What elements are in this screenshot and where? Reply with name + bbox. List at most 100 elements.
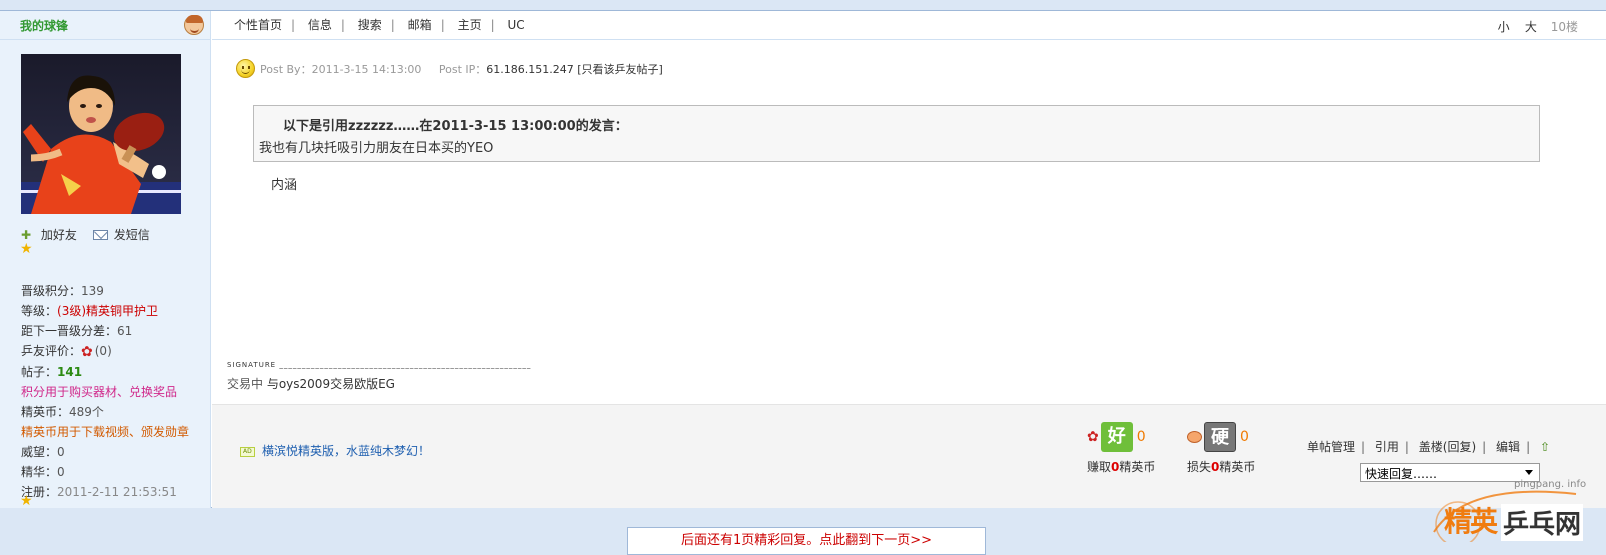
flower-icon[interactable]: ✿ xyxy=(81,342,93,362)
watermark-site: pingpang. info xyxy=(1514,479,1587,490)
stat-coins: 精英币：489个 xyxy=(21,402,189,422)
mail-icon xyxy=(92,230,108,240)
good-label: 赚取0精英币 xyxy=(1087,458,1155,475)
nav-divider: | xyxy=(440,18,445,32)
add-friend-button[interactable]: ✚ 加好友 xyxy=(21,228,83,242)
ad-link[interactable]: 横滨悦精英版，水蓝纯木梦幻！ xyxy=(262,442,430,459)
stat-value[interactable]: (3级)精英铜甲护卫 xyxy=(57,304,158,318)
quote-body: 我也有几块托吸引力朋友在日本买的YEO xyxy=(259,141,494,156)
sidebar-divider xyxy=(0,39,211,40)
coins-link[interactable]: 精英币用于下载视频、颁发勋章 xyxy=(21,425,189,439)
post-container: 我的球锋 ✚ 加好友 发短信 ★ 晋级积分：139 等级：(3级)精英铜甲护卫 … xyxy=(0,10,1606,508)
stat-value: 0 xyxy=(57,464,65,479)
quote-box: 以下是引用zzzzzz……在2011-3-15 13:00:00的发言： 我也有… xyxy=(253,105,1540,162)
post-top-nav: 个性首页 | 信息 | 搜索 | 邮箱 | 主页 | UC xyxy=(225,16,534,33)
ops-divider: | xyxy=(1482,440,1487,454)
bad-count: 0 xyxy=(1240,429,1249,445)
send-message-label: 发短信 xyxy=(113,228,150,242)
hard-button[interactable]: 硬 xyxy=(1204,422,1236,452)
avatar[interactable] xyxy=(21,54,181,214)
stat-registered: 注册：2011-2-11 21:53:51 xyxy=(21,482,189,502)
nav-divider: | xyxy=(490,18,495,32)
rank-star-icon: ★ xyxy=(20,241,33,257)
bottom-star-icon: ★ xyxy=(20,493,33,509)
nav-homepage[interactable]: 主页 xyxy=(458,18,482,32)
stat-coins-note: 精英币用于下载视频、颁发勋章 xyxy=(21,422,189,442)
manage-post-link[interactable]: 单帖管理 xyxy=(1307,440,1355,454)
signature-prefix: 交易中 xyxy=(227,377,264,391)
nav-uc[interactable]: UC xyxy=(507,18,524,32)
reward-bad: 硬0 损失0精英币 xyxy=(1187,422,1255,475)
stat-value: 2011-2-11 21:53:51 xyxy=(57,484,177,499)
nav-divider: | xyxy=(340,18,345,32)
post-operations: 单帖管理 | 引用 | 盖楼(回复) | 编辑 | ⇧ xyxy=(1307,438,1550,455)
font-size-controls: 小 大 10楼 xyxy=(1498,18,1578,35)
rose-icon: ✿ xyxy=(1087,429,1099,445)
stat-posts: 帖子：141 xyxy=(21,362,189,382)
pig-icon xyxy=(1187,431,1202,443)
watermark-brand-a: 精英 xyxy=(1444,505,1498,538)
posted-by-label: Post By： xyxy=(260,63,312,76)
quote-header: 以下是引用zzzzzz……在2011-3-15 13:00:00的发言： xyxy=(283,119,628,134)
stat-prestige: 威望：0 xyxy=(21,442,189,462)
nav-info[interactable]: 信息 xyxy=(308,18,332,32)
stat-label: 等级： xyxy=(21,304,58,318)
nav-divider: | xyxy=(390,18,395,32)
username[interactable]: 我的球锋 xyxy=(20,17,68,34)
reward-good: ✿ 好 0 赚取0精英币 xyxy=(1087,422,1155,475)
stat-rating: 乒友评价：✿ (0) xyxy=(21,341,189,362)
ops-divider: | xyxy=(1361,440,1366,454)
stat-label: 帖子： xyxy=(21,364,58,379)
bad-label-pre: 损失 xyxy=(1187,460,1212,474)
stat-label: 乒友评价： xyxy=(21,344,82,358)
stat-label: 晋级积分： xyxy=(21,284,82,298)
signature-divider: SIGNATURE ______________________________… xyxy=(227,361,532,369)
user-actions: ✚ 加好友 发短信 xyxy=(21,226,162,243)
good-label-pre: 赚取 xyxy=(1087,460,1112,474)
floor-number: 10楼 xyxy=(1550,20,1578,34)
points-link[interactable]: 积分用于购买器材、兑换奖品 xyxy=(21,385,177,399)
stat-digest: 精华：0 xyxy=(21,462,189,482)
only-this-user-link[interactable]: [只看该乒友帖子] xyxy=(577,63,663,76)
smiley-icon xyxy=(236,59,255,78)
stat-points-note: 积分用于购买器材、兑换奖品 xyxy=(21,382,189,402)
arrow-up-icon[interactable]: ⇧ xyxy=(1540,440,1550,454)
nav-personal-home[interactable]: 个性首页 xyxy=(234,18,282,32)
send-message-button[interactable]: 发短信 xyxy=(92,228,156,242)
signature-link[interactable]: 与oys2009交易欧版EG xyxy=(267,377,395,391)
stat-next-level: 距下一晋级分差：61 xyxy=(21,321,189,341)
stat-value: 0 xyxy=(57,444,65,459)
ad-badge: AD xyxy=(240,447,255,457)
user-face-icon xyxy=(184,15,204,35)
post-ip: 61.186.151.247 xyxy=(486,63,574,76)
reply-link[interactable]: 盖楼(回复) xyxy=(1419,440,1476,454)
stat-rank: 等级：(3级)精英铜甲护卫 xyxy=(21,301,189,321)
good-button[interactable]: 好 xyxy=(1100,422,1133,452)
nav-search[interactable]: 搜索 xyxy=(358,18,382,32)
post-ip-label: Post IP： xyxy=(438,63,487,76)
good-label-post: 精英币 xyxy=(1119,460,1156,474)
header-divider xyxy=(212,39,1606,40)
font-small-button[interactable]: 小 xyxy=(1498,20,1510,34)
post-footer: AD 横滨悦精英版，水蓝纯木梦幻！ ✿ 好 0 赚取0精英币 硬0 损失0精英币 单… xyxy=(212,404,1606,508)
nav-mailbox[interactable]: 邮箱 xyxy=(408,18,432,32)
stat-value: 139 xyxy=(81,284,104,298)
stat-label: 精英币： xyxy=(21,404,70,419)
watermark-brand-b: 乒乓网 xyxy=(1501,504,1584,541)
plus-icon: ✚ xyxy=(21,228,32,242)
bad-label: 损失0精英币 xyxy=(1187,458,1255,475)
add-friend-label: 加好友 xyxy=(40,228,77,242)
signature: 交易中 与oys2009交易欧版EG xyxy=(227,375,395,392)
post-meta: Post By：2011-3-15 14:13:00 Post IP：61.18… xyxy=(260,61,663,77)
bad-label-post: 精英币 xyxy=(1219,460,1256,474)
font-large-button[interactable]: 大 xyxy=(1525,20,1537,34)
stat-value: 61 xyxy=(117,324,133,338)
edit-link[interactable]: 编辑 xyxy=(1496,440,1520,454)
stat-level-score: 晋级积分：139 xyxy=(21,281,189,301)
bottom-bar: 后面还有1页精彩回复。点此翻到下一页>> xyxy=(0,509,1606,555)
user-stats: 晋级积分：139 等级：(3级)精英铜甲护卫 距下一晋级分差：61 乒友评价：✿… xyxy=(21,281,189,502)
nav-divider: | xyxy=(291,18,296,32)
quote-link[interactable]: 引用 xyxy=(1375,440,1399,454)
stat-label: 威望： xyxy=(21,444,58,459)
stat-value: 141 xyxy=(57,364,83,379)
